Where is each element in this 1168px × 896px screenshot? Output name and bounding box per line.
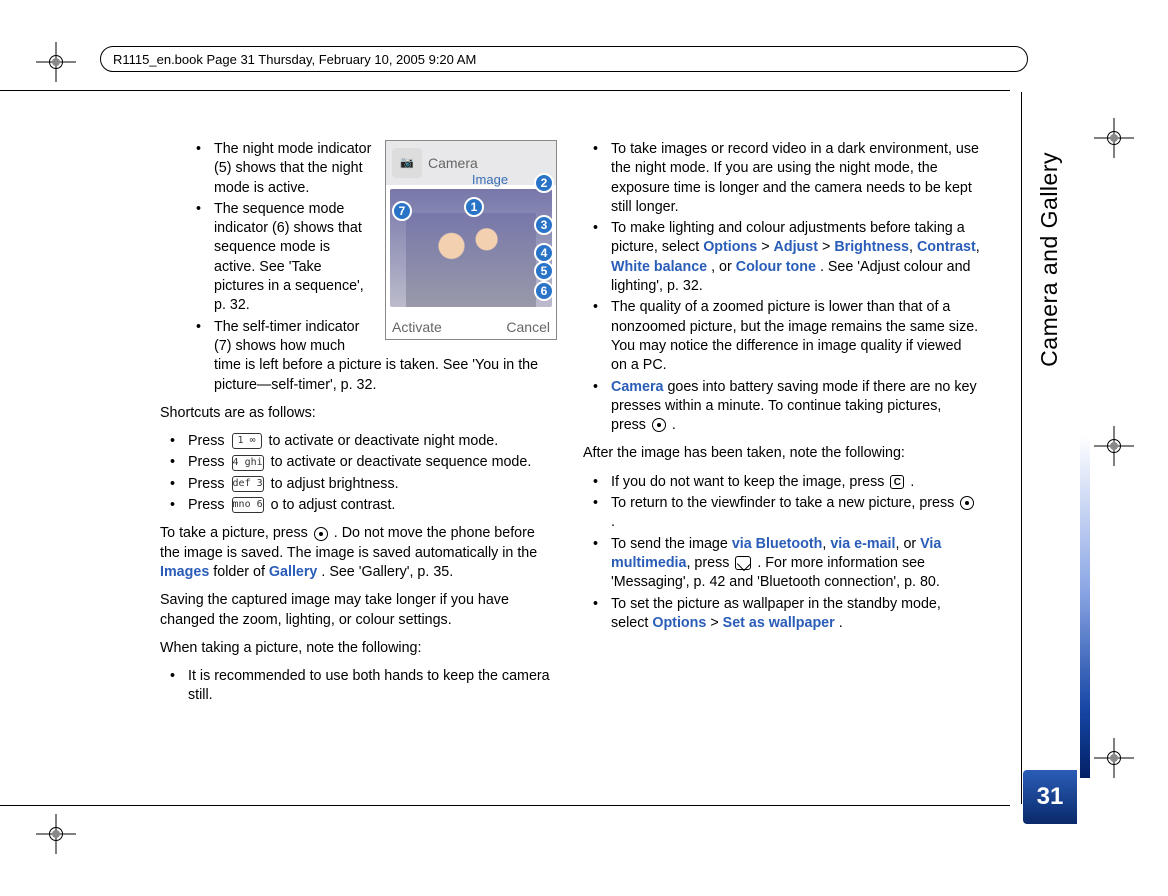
clear-key-icon: C [890, 475, 904, 489]
center-key-icon [960, 496, 974, 510]
key-1-icon: 1 ∞ [232, 433, 262, 449]
text: Press [188, 433, 229, 449]
list-item: Press def 3 to adjust brightness. [160, 475, 557, 494]
list-item: Press mno 6 o to adjust contrast. [160, 496, 557, 515]
link-camera: Camera [611, 379, 663, 395]
text: , press [686, 555, 733, 571]
list-item: To make lighting and colour adjustments … [583, 219, 980, 296]
link-set-as-wallpaper: Set as wallpaper [723, 615, 835, 631]
list-item: To send the image via Bluetooth, via e-m… [583, 535, 980, 593]
text: . [910, 474, 914, 490]
after-list: If you do not want to keep the image, pr… [583, 473, 980, 633]
registration-mark [1100, 432, 1128, 460]
key-3-icon: def 3 [232, 476, 264, 492]
center-key-icon [652, 418, 666, 432]
text: . [611, 514, 615, 530]
text: , [976, 239, 980, 255]
text: . [839, 615, 843, 631]
link-white-balance: White balance [611, 259, 711, 275]
text: To take a picture, press [160, 525, 312, 541]
link-via-email: via e-mail [830, 536, 895, 552]
page-number: 31 [1037, 781, 1064, 813]
link-colour-tone: Colour tone [736, 259, 816, 275]
thumb-tab-gradient [1080, 92, 1090, 778]
list-item: To return to the viewfinder to take a ne… [583, 494, 980, 533]
page-number-box: 31 [1023, 770, 1077, 824]
shortcuts-intro: Shortcuts are as follows: [160, 404, 557, 423]
link-adjust: Adjust [774, 239, 818, 255]
text: If you do not want to keep the image, pr… [611, 474, 888, 490]
indicator-list: The night mode indicator (5) shows that … [186, 140, 557, 395]
text: Press [188, 454, 229, 470]
body-content: 📷 Camera Image Activate Cancel 1 2 3 4 5… [160, 140, 980, 786]
text: to activate or deactivate night mode. [269, 433, 499, 449]
list-item: Camera goes into battery saving mode if … [583, 378, 980, 436]
crop-rule-top [0, 90, 1010, 91]
registration-mark [42, 820, 70, 848]
text: , or [711, 259, 736, 275]
text: > [710, 615, 722, 631]
list-item: Press 1 ∞ to activate or deactivate nigh… [160, 432, 557, 451]
link-brightness: Brightness [834, 239, 909, 255]
list-item: The sequence mode indicator (6) shows th… [186, 200, 557, 316]
list-item: If you do not want to keep the image, pr… [583, 473, 980, 492]
text: to activate or deactivate sequence mode. [271, 454, 532, 470]
text: To send the image [611, 536, 732, 552]
text: to adjust brightness. [271, 476, 399, 492]
link-contrast: Contrast [917, 239, 976, 255]
section-title: Camera and Gallery [1034, 152, 1065, 367]
link-images: Images [160, 564, 209, 580]
sidebar: Camera and Gallery 31 [1020, 92, 1080, 836]
link-options: Options [652, 615, 706, 631]
key-6-icon: mno 6 [232, 497, 264, 513]
list-item: To set the picture as wallpaper in the s… [583, 595, 980, 634]
crop-header: R1115_en.book Page 31 Thursday, February… [100, 46, 1028, 72]
registration-mark [1100, 744, 1128, 772]
link-via-bluetooth: via Bluetooth [732, 536, 823, 552]
text: > [761, 239, 773, 255]
list-item: Press 4 ghi to activate or deactivate se… [160, 453, 557, 472]
center-key-icon [314, 527, 328, 541]
link-options: Options [703, 239, 757, 255]
list-item: The night mode indicator (5) shows that … [186, 140, 557, 198]
tips-list: It is recommended to use both hands to k… [160, 667, 557, 706]
list-item: The quality of a zoomed picture is lower… [583, 298, 980, 375]
list-item: To take images or record video in a dark… [583, 140, 980, 217]
text: Press [188, 476, 229, 492]
page: R1115_en.book Page 31 Thursday, February… [0, 0, 1168, 896]
paragraph: Saving the captured image may take longe… [160, 591, 557, 630]
text: o to adjust contrast. [271, 497, 396, 513]
after-intro: After the image has been taken, note the… [583, 444, 980, 463]
text: Press [188, 497, 229, 513]
text: , or [896, 536, 921, 552]
text: To return to the viewfinder to take a ne… [611, 495, 958, 511]
text: . [672, 417, 676, 433]
paragraph: When taking a picture, note the followin… [160, 639, 557, 658]
key-4-icon: 4 ghi [232, 455, 264, 471]
crop-rule-bottom [0, 805, 1010, 806]
link-gallery: Gallery [269, 564, 317, 580]
shortcuts-list: Press 1 ∞ to activate or deactivate nigh… [160, 432, 557, 515]
text: > [822, 239, 834, 255]
registration-mark [42, 48, 70, 76]
paragraph: To take a picture, press . Do not move t… [160, 524, 557, 582]
text: , [909, 239, 917, 255]
text: folder of [213, 564, 269, 580]
tips-list-continued: To take images or record video in a dark… [583, 140, 980, 435]
text: . See 'Gallery', p. 35. [321, 564, 453, 580]
list-item: It is recommended to use both hands to k… [160, 667, 557, 706]
list-item: The self-timer indicator (7) shows how m… [186, 318, 557, 395]
pen-key-icon [735, 556, 751, 570]
registration-mark [1100, 124, 1128, 152]
